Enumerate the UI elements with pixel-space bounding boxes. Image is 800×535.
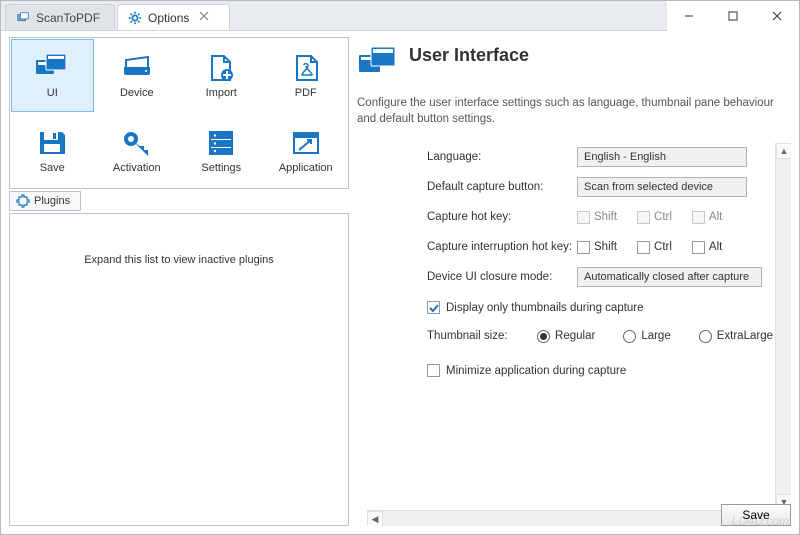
tabs-strip: ScanToPDF Options bbox=[1, 1, 667, 31]
capture-hotkey-shift-checkbox bbox=[577, 211, 590, 224]
titlebar: ScanToPDF Options bbox=[1, 1, 799, 31]
plugins-button-label: Plugins bbox=[34, 195, 70, 207]
display-thumbs-label: Display only thumbnails during capture bbox=[446, 302, 644, 314]
tab-scantopdf-label: ScanToPDF bbox=[36, 11, 100, 25]
save-button[interactable]: Save bbox=[721, 504, 791, 526]
application-icon bbox=[288, 128, 324, 158]
scroll-up-icon[interactable]: ▲ bbox=[776, 143, 791, 159]
language-field[interactable]: English - English bbox=[577, 147, 747, 167]
import-icon bbox=[203, 53, 239, 83]
category-import[interactable]: Import bbox=[179, 38, 264, 113]
category-device-label: Device bbox=[120, 87, 154, 99]
category-settings-label: Settings bbox=[201, 162, 241, 174]
scroll-left-icon[interactable]: ◀ bbox=[367, 511, 383, 526]
interrupt-hotkey-alt-checkbox[interactable] bbox=[692, 241, 705, 254]
interrupt-hotkey-label: Capture interruption hot key: bbox=[427, 241, 577, 253]
thumb-size-label: Thumbnail size: bbox=[427, 330, 537, 342]
category-save-label: Save bbox=[40, 162, 65, 174]
category-pdf[interactable]: PDF bbox=[264, 38, 349, 113]
default-capture-field[interactable]: Scan from selected device bbox=[577, 177, 747, 197]
category-activation[interactable]: Activation bbox=[95, 113, 180, 188]
panel-header-icon bbox=[357, 45, 399, 81]
plugins-button[interactable]: Plugins bbox=[9, 191, 81, 211]
category-application[interactable]: Application bbox=[264, 113, 349, 188]
content-area: UI Device Import bbox=[1, 31, 799, 534]
panel-title: User Interface bbox=[409, 45, 529, 66]
display-thumbs-checkbox[interactable] bbox=[427, 301, 440, 314]
device-ui-closure-field[interactable]: Automatically closed after capture bbox=[577, 267, 762, 287]
activation-icon bbox=[119, 128, 155, 158]
pdf-icon bbox=[288, 53, 324, 83]
tab-scantopdf[interactable]: ScanToPDF bbox=[5, 4, 115, 30]
app-logo-icon bbox=[16, 11, 30, 25]
thumb-large-radio[interactable] bbox=[623, 330, 636, 343]
category-grid-panel: UI Device Import bbox=[9, 37, 349, 189]
vertical-scrollbar[interactable]: ▲ ▼ bbox=[775, 143, 791, 510]
capture-hotkey-ctrl-checkbox bbox=[637, 211, 650, 224]
panel-description: Configure the user interface settings su… bbox=[357, 95, 785, 127]
language-label: Language: bbox=[427, 151, 577, 163]
category-save[interactable]: Save bbox=[10, 113, 95, 188]
plugins-icon bbox=[16, 194, 30, 208]
gear-icon bbox=[128, 11, 142, 25]
category-ui[interactable]: UI bbox=[11, 39, 94, 112]
interrupt-hotkey-shift-checkbox[interactable] bbox=[577, 241, 590, 254]
ui-icon bbox=[34, 53, 70, 83]
category-pdf-label: PDF bbox=[295, 87, 317, 99]
plugins-panel[interactable]: Expand this list to view inactive plugin… bbox=[9, 213, 349, 526]
capture-hotkey-label: Capture hot key: bbox=[427, 211, 577, 223]
save-icon bbox=[34, 128, 70, 158]
window-controls bbox=[667, 1, 799, 31]
settings-scroll-area: Language: English - English Default capt… bbox=[367, 143, 791, 526]
device-icon bbox=[119, 53, 155, 83]
minimize-app-checkbox[interactable] bbox=[427, 364, 440, 377]
category-activation-label: Activation bbox=[113, 162, 161, 174]
category-application-label: Application bbox=[279, 162, 333, 174]
thumb-regular-radio[interactable] bbox=[537, 330, 550, 343]
category-settings[interactable]: Settings bbox=[179, 113, 264, 188]
panel-header: User Interface bbox=[353, 37, 791, 87]
minimize-app-label: Minimize application during capture bbox=[446, 365, 626, 377]
maximize-button[interactable] bbox=[711, 2, 755, 30]
category-import-label: Import bbox=[206, 87, 237, 99]
thumb-extralarge-radio[interactable] bbox=[699, 330, 712, 343]
category-device[interactable]: Device bbox=[95, 38, 180, 113]
horizontal-scrollbar[interactable]: ◀ ▶ bbox=[367, 510, 775, 526]
left-column: UI Device Import bbox=[9, 37, 349, 526]
settings-icon bbox=[203, 128, 239, 158]
tab-close-icon[interactable] bbox=[199, 10, 215, 26]
app-window: ScanToPDF Options bbox=[0, 0, 800, 535]
interrupt-hotkey-ctrl-checkbox[interactable] bbox=[637, 241, 650, 254]
capture-hotkey-alt-checkbox bbox=[692, 211, 705, 224]
category-ui-label: UI bbox=[47, 87, 58, 99]
tab-options-label: Options bbox=[148, 11, 189, 25]
plugins-panel-text: Expand this list to view inactive plugin… bbox=[84, 254, 274, 266]
right-column: User Interface Configure the user interf… bbox=[353, 37, 791, 526]
default-capture-label: Default capture button: bbox=[427, 181, 577, 193]
tab-options[interactable]: Options bbox=[117, 4, 230, 30]
close-button[interactable] bbox=[755, 2, 799, 30]
device-ui-closure-label: Device UI closure mode: bbox=[427, 271, 577, 283]
minimize-button[interactable] bbox=[667, 2, 711, 30]
